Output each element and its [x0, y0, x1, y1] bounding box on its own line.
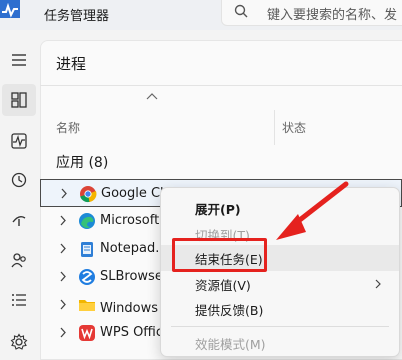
chevron-right-icon[interactable]: [60, 188, 68, 199]
chevron-right-icon[interactable]: [59, 271, 67, 282]
notepad-icon: [81, 242, 93, 257]
hamburger-menu-icon: [12, 54, 26, 66]
task-manager-app-icon: [0, 0, 26, 22]
nav-app-history[interactable]: [2, 164, 36, 196]
page-title: 进程: [56, 55, 87, 73]
slbrowser-icon: [79, 269, 95, 285]
apps-group-header[interactable]: 应用 (8): [56, 152, 108, 172]
menu-item-resource-values[interactable]: 资源值(V): [161, 271, 399, 297]
annotation-highlight-box: [172, 238, 267, 272]
search-placeholder: 键入要搜索的名称、发: [267, 8, 398, 23]
startup-apps-icon: [12, 215, 26, 226]
performance-icon: [11, 133, 27, 149]
menu-separator: [171, 326, 389, 327]
folder-icon: [79, 300, 95, 311]
menu-item-label: 资源值(V): [195, 278, 251, 293]
nav-processes[interactable]: [2, 84, 36, 116]
wps-icon: [79, 325, 95, 341]
header-divider: [40, 85, 402, 86]
chevron-right-icon[interactable]: [59, 215, 67, 226]
nav-details[interactable]: [2, 284, 36, 316]
menu-item-efficiency-mode: 效能模式(M): [161, 330, 399, 356]
edge-icon: [79, 213, 95, 229]
chevron-right-icon[interactable]: [59, 327, 67, 338]
nav-startup-apps[interactable]: [2, 204, 36, 236]
column-divider[interactable]: [274, 110, 275, 145]
title-bar: 任务管理器 键入要搜索的名称、发: [0, 0, 402, 30]
nav-services[interactable]: [2, 326, 36, 358]
column-header-status[interactable]: 状态: [282, 119, 306, 136]
menu-item-label: 展开(P): [195, 202, 241, 217]
menu-item-label: 提供反馈(B): [195, 303, 264, 318]
chevron-right-icon[interactable]: [59, 299, 67, 310]
chrome-icon: [80, 186, 97, 203]
sort-ascending-icon[interactable]: [146, 92, 158, 100]
nav-performance[interactable]: [2, 125, 36, 157]
details-icon: [12, 294, 26, 306]
app-title: 任务管理器: [44, 9, 110, 24]
row-label: SLBrowser: [100, 269, 169, 284]
users-icon: [11, 253, 26, 268]
hamburger-menu-button[interactable]: [2, 44, 36, 76]
app-history-icon: [11, 172, 27, 188]
chevron-right-icon[interactable]: [59, 243, 67, 254]
search-input[interactable]: 键入要搜索的名称、发: [221, 0, 402, 26]
nav-users[interactable]: [2, 244, 36, 276]
chevron-right-icon: [375, 279, 381, 289]
search-icon: [234, 4, 248, 18]
navigation-rail: [0, 30, 40, 350]
processes-icon: [11, 92, 27, 108]
menu-item-feedback[interactable]: 提供反馈(B): [161, 296, 399, 322]
column-header-name[interactable]: 名称: [56, 119, 80, 136]
services-icon: [10, 333, 28, 350]
annotation-arrow-icon: [276, 181, 349, 240]
